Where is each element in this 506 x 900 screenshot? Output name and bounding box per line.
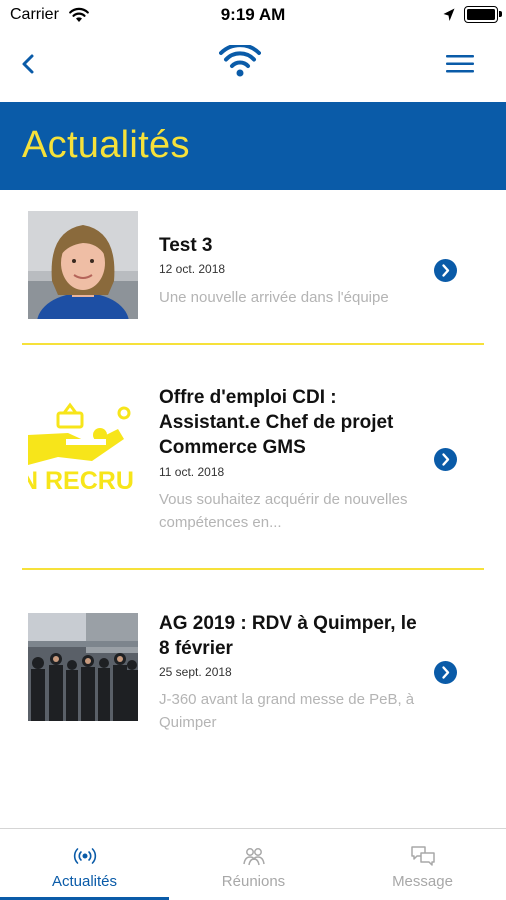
location-arrow-icon (443, 8, 455, 21)
tab-label: Message (392, 873, 453, 890)
wifi-icon (219, 45, 261, 77)
page-title: Actualités (22, 124, 190, 166)
battery-icon (464, 6, 502, 23)
chevron-right-icon[interactable] (434, 259, 457, 282)
hamburger-menu-icon[interactable] (444, 52, 478, 76)
tab-label: Actualités (51, 873, 118, 890)
news-excerpt: Vous souhaitez acquérir de nouvelles com… (159, 491, 408, 531)
news-item[interactable]: N RECRU Offre d'emploi CDI : Assistant.e… (0, 345, 506, 570)
clock: 9:19 AM (220, 5, 286, 24)
news-date: 11 oct. 2018 (159, 465, 225, 479)
news-title: Offre d'emploi CDI : Assistant.e Chef de… (159, 387, 394, 458)
chat-bubbles-icon (411, 846, 435, 866)
tab-actualites[interactable]: Actualités (0, 829, 169, 900)
tab-reunions[interactable]: Réunions (169, 829, 338, 900)
news-thumbnail-portrait (28, 211, 138, 319)
news-excerpt: J-360 avant la grand messe de PeB, à Qui… (159, 691, 415, 731)
news-thumbnail-crowd (28, 613, 138, 721)
broadcast-icon (73, 848, 97, 864)
news-title: AG 2019 : RDV à Quimper, le 8 février (159, 613, 417, 659)
news-excerpt: Une nouvelle arrivée dans l'équipe (159, 289, 389, 306)
news-thumbnail-caption: N RECRU (28, 467, 134, 495)
chevron-right-icon[interactable] (434, 448, 457, 471)
news-date: 12 oct. 2018 (159, 262, 226, 276)
tab-bar: Actualités Réunions Message (0, 828, 506, 900)
news-thumbnail-recruitment: N RECRU (28, 395, 138, 503)
news-item[interactable]: AG 2019 : RDV à Quimper, le 8 février 25… (0, 570, 506, 760)
status-bar: Carrier 9:19 AM (0, 0, 506, 30)
news-item[interactable]: Test 3 12 oct. 2018 Une nouvelle arrivée… (0, 190, 506, 345)
navigation-bar (0, 30, 506, 102)
chevron-right-icon[interactable] (434, 661, 457, 684)
tab-message[interactable]: Message (338, 829, 506, 900)
chevron-left-icon[interactable] (14, 48, 44, 80)
news-title: Test 3 (159, 235, 213, 256)
page-header: Actualités (0, 102, 506, 190)
group-icon (243, 848, 265, 866)
news-date: 25 sept. 2018 (159, 665, 232, 679)
tab-label: Réunions (221, 873, 286, 890)
